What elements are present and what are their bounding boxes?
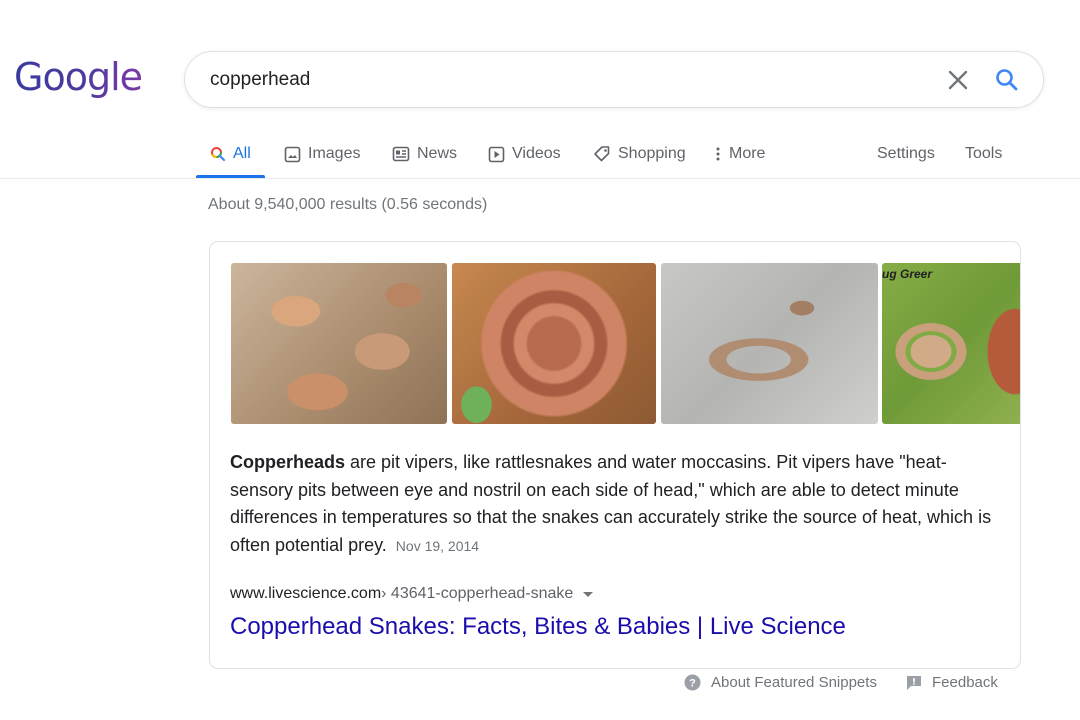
snippet-image[interactable]: ug Greer xyxy=(882,263,1020,424)
tab-shopping[interactable]: Shopping xyxy=(593,130,686,178)
image-icon xyxy=(284,146,301,162)
feedback-icon xyxy=(907,675,921,690)
caret-down-icon[interactable] xyxy=(583,591,594,597)
snippet-image[interactable] xyxy=(452,263,656,424)
tab-label: News xyxy=(417,145,458,162)
close-icon xyxy=(948,70,968,90)
tools-button[interactable]: Tools xyxy=(965,130,1002,178)
tab-images[interactable]: Images xyxy=(284,130,360,178)
newspaper-icon xyxy=(392,146,410,162)
snippet-bold-term: Copperheads xyxy=(230,452,346,472)
search-icon xyxy=(996,69,1018,91)
tab-news[interactable]: News xyxy=(392,130,457,178)
google-logo[interactable]: Google xyxy=(14,55,143,99)
cite-path: › 43641-copperhead-snake xyxy=(381,585,574,602)
cite-domain: www.livescience.com xyxy=(230,585,382,602)
image-credit: ug Greer xyxy=(882,267,933,281)
search-box xyxy=(184,51,1044,108)
snippet-image[interactable] xyxy=(231,263,447,424)
result-title-link[interactable]: Copperhead Snakes: Facts, Bites & Babies… xyxy=(230,613,846,641)
snippet-text: Copperheads are pit vipers, like rattles… xyxy=(230,449,1000,560)
svg-text:?: ? xyxy=(689,678,696,690)
result-citation: www.livescience.com › 43641-copperhead-s… xyxy=(230,585,594,603)
snippet-body: are pit vipers, like rattlesnakes and wa… xyxy=(230,452,992,555)
settings-button[interactable]: Settings xyxy=(877,130,935,178)
play-icon xyxy=(488,146,505,162)
about-featured-snippets-link[interactable]: ? About Featured Snippets xyxy=(684,674,877,691)
help-icon: ? xyxy=(684,674,701,691)
search-button[interactable] xyxy=(993,66,1021,94)
tag-icon xyxy=(594,146,610,162)
more-vert-icon xyxy=(716,147,720,161)
tab-all[interactable]: All xyxy=(196,130,265,178)
snippet-image[interactable] xyxy=(661,263,878,424)
tab-label: All xyxy=(233,145,251,162)
tab-label: Shopping xyxy=(618,145,686,162)
header-divider xyxy=(0,178,1080,179)
tab-label: Videos xyxy=(512,145,561,162)
feedback-link[interactable]: Feedback xyxy=(906,674,998,691)
tab-more[interactable]: More xyxy=(714,130,765,178)
search-tabs: All Images News Videos Shopping More Set… xyxy=(196,130,1080,178)
search-input[interactable] xyxy=(210,66,910,94)
snippet-date: Nov 19, 2014 xyxy=(395,537,480,554)
tab-videos[interactable]: Videos xyxy=(488,130,561,178)
result-stats: About 9,540,000 results (0.56 seconds) xyxy=(208,196,488,213)
tab-label: Images xyxy=(308,145,361,162)
search-icon xyxy=(211,147,226,162)
featured-snippet-card: ug Greer Copperheads are pit vipers, lik… xyxy=(209,241,1021,669)
tab-label: More xyxy=(729,145,766,162)
clear-search-button[interactable] xyxy=(945,67,971,93)
